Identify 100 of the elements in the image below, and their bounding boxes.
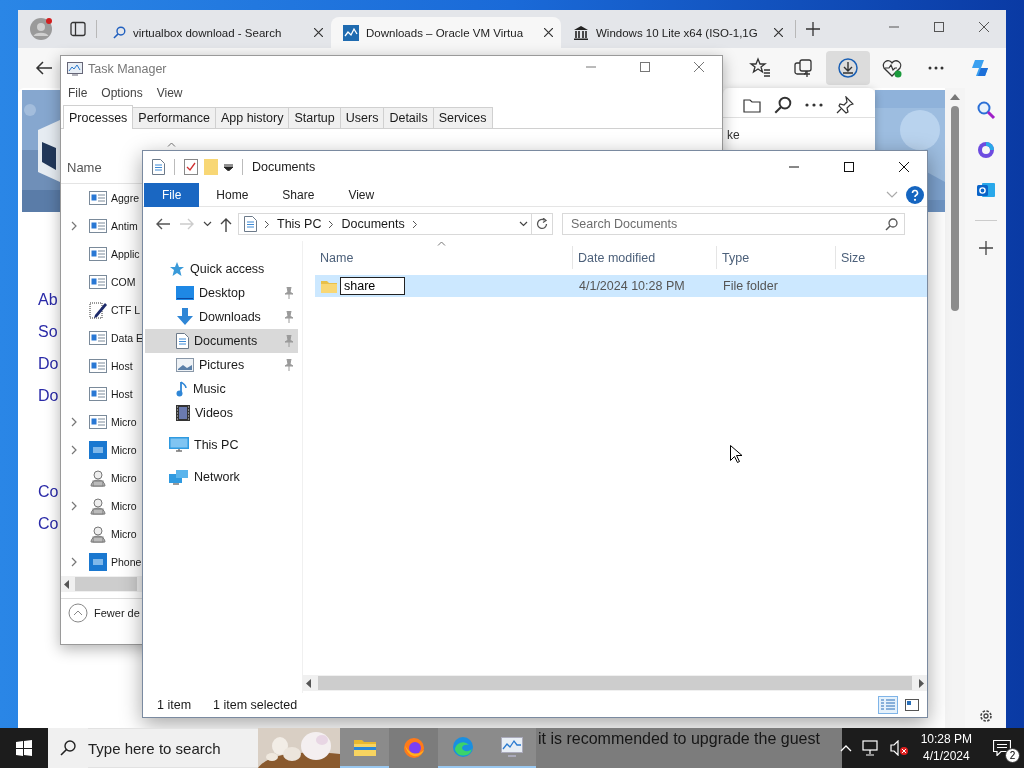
mail-icon[interactable] <box>975 180 996 200</box>
nav-item[interactable]: Network <box>145 465 298 489</box>
address-bar[interactable]: This PC Documents <box>238 213 532 235</box>
maximize-icon[interactable] <box>844 162 854 172</box>
taskbar-search-field[interactable]: Type here to search <box>88 728 258 768</box>
breadcrumb-item[interactable]: This PC <box>277 217 322 231</box>
scroll-right-icon[interactable] <box>918 678 924 688</box>
collapse-circle-icon[interactable] <box>68 602 88 623</box>
properties-icon[interactable] <box>152 159 165 175</box>
process-name[interactable]: Phone <box>111 556 142 568</box>
page-link[interactable]: Co <box>38 508 59 540</box>
taskbar-app-button[interactable] <box>340 728 389 768</box>
scrollbar-thumb[interactable] <box>318 676 912 690</box>
folder-icon[interactable] <box>743 96 761 113</box>
nav-item[interactable]: Downloads <box>145 305 298 329</box>
process-name[interactable]: Micro <box>111 472 137 484</box>
tab[interactable]: App history <box>214 107 290 128</box>
close-icon[interactable] <box>979 22 989 32</box>
page-link[interactable]: Ab <box>38 284 58 316</box>
scroll-left-icon[interactable] <box>64 579 70 589</box>
maximize-icon[interactable] <box>934 22 944 32</box>
process-name[interactable]: Aggre <box>111 192 140 204</box>
menu-item[interactable]: File <box>68 86 88 100</box>
close-icon[interactable] <box>544 28 553 37</box>
settings-icon[interactable] <box>977 708 994 724</box>
process-name[interactable]: Micro <box>111 416 137 428</box>
ribbon-tab[interactable]: File <box>144 182 200 207</box>
process-name[interactable]: Host <box>111 388 133 400</box>
new-tab-icon[interactable] <box>806 22 820 36</box>
menu-item[interactable]: Options <box>101 86 143 100</box>
column-header[interactable]: Name <box>67 160 102 175</box>
nav-item[interactable]: Documents <box>145 329 298 353</box>
ribbon-tab[interactable]: View <box>331 182 392 207</box>
copilot-icon[interactable] <box>975 140 996 160</box>
more-options-icon[interactable] <box>805 102 823 107</box>
tab-actions-icon[interactable] <box>70 21 86 37</box>
back-arrow-icon[interactable] <box>35 61 53 75</box>
scrollbar-thumb[interactable] <box>951 106 959 311</box>
column-header[interactable]: Size <box>836 246 913 269</box>
process-name[interactable]: Data E <box>111 332 144 344</box>
ribbon-tab[interactable]: Home <box>199 182 266 207</box>
pin-icon[interactable] <box>836 95 854 114</box>
process-name[interactable]: Host <box>111 360 133 372</box>
process-name[interactable]: Micro <box>111 500 137 512</box>
browser-tab[interactable]: virtualbox download - Search <box>101 17 331 48</box>
scroll-left-icon[interactable] <box>306 678 312 688</box>
process-name[interactable]: Applic <box>111 248 140 260</box>
page-link[interactable]: Do <box>38 380 59 412</box>
tab[interactable]: Performance <box>132 107 216 128</box>
tiles-view-button[interactable] <box>902 696 922 714</box>
page-link[interactable]: Co <box>38 476 59 508</box>
file-row[interactable]: share 4/1/2024 10:28 PM File folder <box>315 275 927 297</box>
taskbar-app-button[interactable] <box>487 728 536 768</box>
browser-tab[interactable]: Downloads – Oracle VM Virtua <box>331 17 561 48</box>
recent-locations-icon[interactable] <box>203 221 212 227</box>
browser-tab[interactable]: Windows 10 Lite x64 (ISO-1,1G <box>561 17 791 48</box>
nav-item[interactable]: Pictures <box>145 353 298 377</box>
tab[interactable]: Startup <box>288 107 341 128</box>
search-field[interactable]: Search Documents <box>562 213 905 235</box>
rename-field[interactable]: share <box>340 277 405 295</box>
page-link[interactable]: Do <box>38 348 59 380</box>
checked-document-icon[interactable] <box>184 159 198 175</box>
column-header[interactable]: Date modified <box>573 246 717 269</box>
column-header[interactable]: Type <box>717 246 836 269</box>
ribbon-tab[interactable]: Share <box>265 182 332 207</box>
refresh-button[interactable] <box>532 213 553 235</box>
nav-item[interactable]: Videos <box>145 401 298 425</box>
nav-item[interactable]: Quick access <box>145 257 298 281</box>
fewer-details-link[interactable]: Fewer de <box>94 606 140 619</box>
process-name[interactable]: Antim <box>111 220 138 232</box>
tab[interactable]: Processes <box>63 105 134 129</box>
search-button[interactable] <box>48 728 88 768</box>
add-icon[interactable] <box>978 241 993 255</box>
process-name[interactable]: Micro <box>111 528 137 540</box>
close-icon[interactable] <box>774 28 783 37</box>
close-icon[interactable] <box>314 28 323 37</box>
muted-speaker-icon[interactable] <box>889 740 908 756</box>
process-name[interactable]: COM <box>111 276 136 288</box>
search-icon[interactable] <box>774 95 792 114</box>
breadcrumb-item[interactable]: Documents <box>341 217 405 231</box>
tab[interactable]: Users <box>339 107 385 128</box>
page-link[interactable]: So <box>38 316 58 348</box>
clock[interactable]: 10:28 PM 4/1/2024 <box>912 731 980 765</box>
caret-down-icon[interactable] <box>224 163 233 171</box>
download-icon[interactable] <box>826 51 870 85</box>
help-icon[interactable] <box>906 185 924 204</box>
network-icon[interactable] <box>861 740 880 756</box>
chevron-up-icon[interactable] <box>839 744 852 752</box>
column-header[interactable]: Name <box>315 246 573 269</box>
process-name[interactable]: Micro <box>111 444 137 456</box>
nav-item[interactable]: This PC <box>145 433 298 457</box>
profile-avatar-icon[interactable] <box>30 18 52 40</box>
search-icon[interactable] <box>975 100 996 120</box>
tab[interactable]: Services <box>432 107 493 128</box>
menu-item[interactable]: View <box>156 86 183 100</box>
tab[interactable]: Details <box>383 107 434 128</box>
nav-item[interactable]: Music <box>145 377 298 401</box>
dropdown-caret-icon[interactable] <box>519 221 528 227</box>
nav-item[interactable]: Desktop <box>145 281 298 305</box>
back-arrow-icon[interactable] <box>155 218 171 230</box>
